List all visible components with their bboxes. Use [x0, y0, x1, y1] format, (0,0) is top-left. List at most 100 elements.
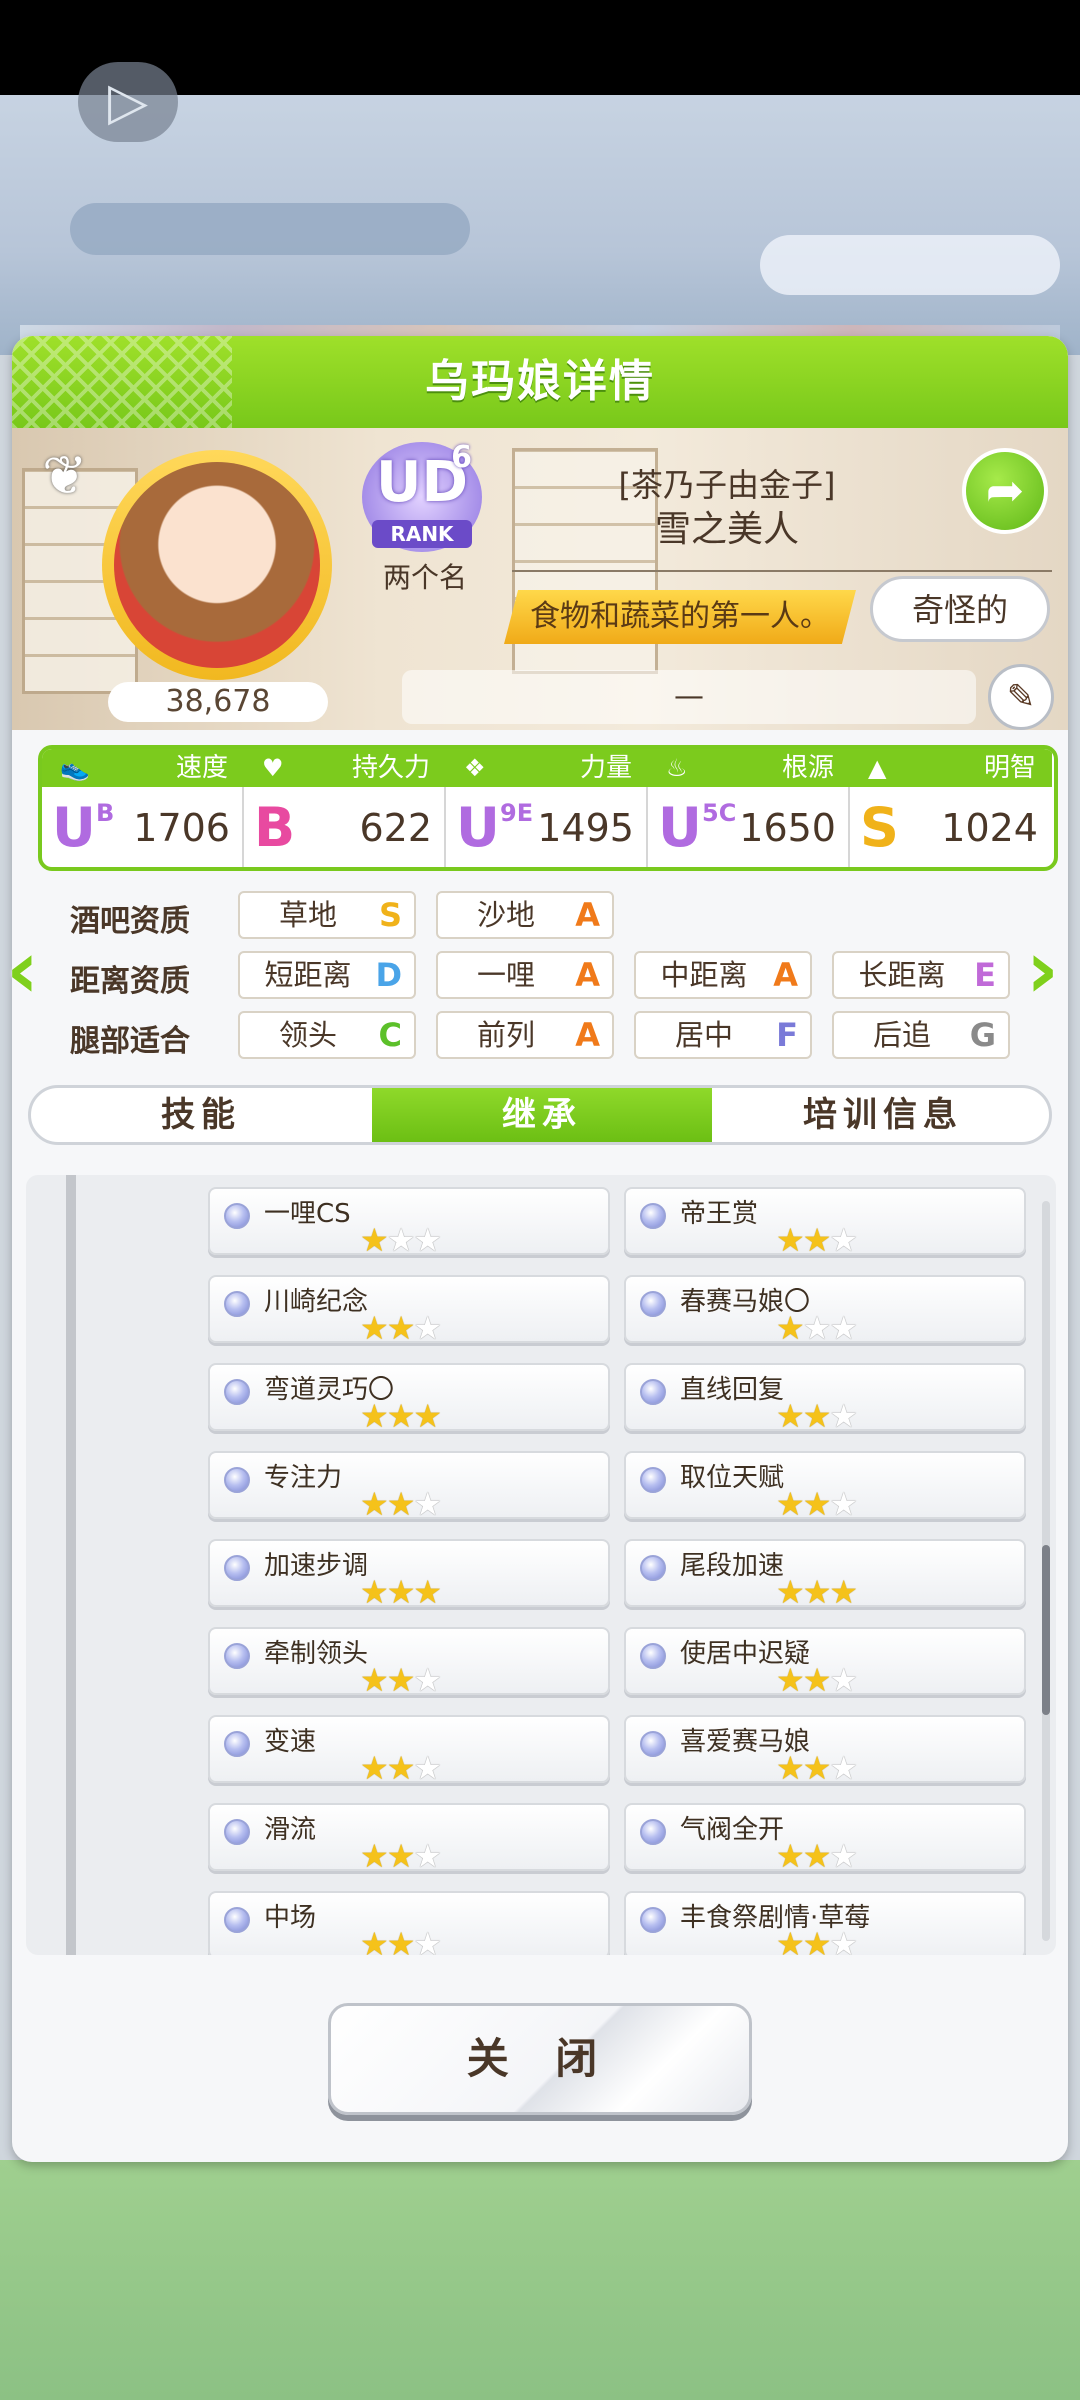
- skill-card[interactable]: 弯道灵巧〇 ★★★: [208, 1363, 610, 1433]
- star-icon: ★: [386, 1309, 416, 1347]
- stat-guts: ♨ 根源 U 5C 1650: [648, 749, 850, 867]
- star-icon: ★: [386, 1573, 416, 1611]
- star-rating: ★★★: [360, 1663, 442, 1697]
- stat-grade: B: [254, 796, 296, 859]
- play-triangle-icon[interactable]: ▷: [78, 62, 178, 142]
- aptitude-grade: E: [974, 956, 996, 994]
- star-rating: ★★★: [776, 1575, 858, 1609]
- skill-card[interactable]: 中场 ★★★: [208, 1891, 610, 1955]
- heart-icon: ♥: [262, 754, 284, 782]
- star-icon: ★: [386, 1837, 416, 1875]
- aptitude-name: 前列: [476, 1018, 535, 1052]
- prev-arrow-icon[interactable]: ‹: [6, 930, 56, 1014]
- skill-card[interactable]: 气阀全开 ★★★: [624, 1803, 1026, 1873]
- skill-dot-icon: [640, 1291, 666, 1317]
- star-icon: ★: [386, 1221, 416, 1259]
- skill-card[interactable]: 春赛马娘〇 ★★★: [624, 1275, 1026, 1345]
- profile-section: ❦ 38,678 UD 6 RANK 两个名 [茶乃子由金子] 雪之美人 ➦ 食…: [12, 428, 1068, 730]
- skill-card[interactable]: 一哩CS ★★★: [208, 1187, 610, 1257]
- stat-grade: S: [860, 796, 899, 859]
- close-button[interactable]: 关 闭: [328, 2003, 752, 2115]
- stat-power: ❖ 力量 U 9E 1495: [446, 749, 648, 867]
- stat-label: 根源: [781, 753, 834, 783]
- carrot-icon[interactable]: ❦: [42, 444, 102, 514]
- skill-name: 川崎纪念: [264, 1287, 369, 1317]
- skill-card[interactable]: 帝王赏 ★★★: [624, 1187, 1026, 1257]
- star-rating: ★★★: [776, 1749, 858, 1787]
- stat-value: 1495: [537, 806, 634, 850]
- star-icon: ★: [776, 1925, 805, 1955]
- avatar: [102, 450, 332, 680]
- star-icon: ★: [829, 1837, 858, 1875]
- skill-card[interactable]: 滑流 ★★★: [208, 1803, 610, 1873]
- stat-grade: U: [456, 796, 500, 859]
- skill-dot-icon: [224, 1291, 250, 1317]
- skill-dot-icon: [224, 1203, 250, 1229]
- star-rating: ★★★: [776, 1663, 858, 1697]
- stat-stamina: ♥ 持久力 B 622: [244, 749, 446, 867]
- stat-header: ▲ 明智: [850, 749, 1052, 787]
- shoe-icon: 👟: [60, 754, 90, 782]
- star-icon: ★: [413, 1221, 442, 1259]
- share-icon[interactable]: ➦: [962, 448, 1048, 534]
- character-portrait: [114, 462, 320, 668]
- skill-name: 直线回复: [680, 1375, 785, 1405]
- stat-header: ❖ 力量: [446, 749, 648, 787]
- next-arrow-icon[interactable]: ›: [1026, 930, 1076, 1014]
- star-icon: ★: [802, 1749, 832, 1787]
- skill-card[interactable]: 直线回复 ★★★: [624, 1363, 1026, 1433]
- stat-value: 1024: [941, 806, 1038, 850]
- skill-card[interactable]: 牵制领头 ★★★: [208, 1627, 610, 1697]
- stat-speed: 👟 速度 U B 1706: [42, 749, 244, 867]
- skill-name: 中场: [264, 1903, 317, 1933]
- aptitude-grade: D: [375, 956, 402, 994]
- skill-dot-icon: [640, 1643, 666, 1669]
- star-icon: ★: [829, 1221, 858, 1259]
- star-icon: ★: [386, 1485, 416, 1523]
- star-icon: ★: [802, 1397, 832, 1435]
- stat-grade-sub: 9E: [500, 799, 534, 827]
- skill-card[interactable]: 专注力 ★★★: [208, 1451, 610, 1521]
- aptitude-grade: G: [969, 1016, 996, 1054]
- star-icon: ★: [776, 1309, 805, 1347]
- stat-grade: U: [52, 796, 96, 859]
- stat-grade: U: [658, 796, 702, 859]
- aptitude-turf: 草地 S: [238, 891, 416, 939]
- skill-card[interactable]: 丰食祭剧情·草莓 ★★★: [624, 1891, 1026, 1955]
- skill-name: 加速步调: [264, 1551, 369, 1581]
- skill-name: 气阀全开: [680, 1815, 785, 1845]
- skill-card[interactable]: 尾段加速 ★★★: [624, 1539, 1026, 1609]
- stat-label: 力量: [579, 753, 632, 783]
- rank-word: RANK: [372, 520, 472, 548]
- character-name: 雪之美人: [654, 509, 799, 550]
- skill-card[interactable]: 加速步调 ★★★: [208, 1539, 610, 1609]
- skill-card[interactable]: 喜爱赛马娘 ★★★: [624, 1715, 1026, 1787]
- aptitude-grade: F: [776, 1016, 798, 1054]
- skill-card[interactable]: 取位天赋 ★★★: [624, 1451, 1026, 1521]
- odd-button[interactable]: 奇怪的: [870, 576, 1050, 642]
- scrollbar-thumb[interactable]: [1042, 1545, 1050, 1715]
- star-rating: ★★★: [776, 1925, 858, 1955]
- skill-dot-icon: [224, 1555, 250, 1581]
- inheritance-skill-list[interactable]: 一哩CS ★★★ 帝王赏 ★★★ 川崎纪念 ★★★ 春赛马娘〇 ★★★ 弯道灵巧〇 ★★★ 直线回复…: [26, 1175, 1056, 1955]
- aptitude-name: 短距离: [264, 958, 352, 992]
- star-icon: ★: [802, 1485, 832, 1523]
- tab-training-info[interactable]: 培训信息: [713, 1088, 1049, 1142]
- skill-card[interactable]: 使居中迟疑 ★★★: [624, 1627, 1026, 1697]
- star-icon: ★: [829, 1309, 858, 1347]
- background-bottom-menu: [0, 2160, 1080, 2400]
- aptitude-mile: 一哩 A: [436, 951, 614, 999]
- pencil-icon[interactable]: ✎: [988, 664, 1054, 730]
- star-icon: ★: [776, 1837, 805, 1875]
- tab-skills[interactable]: 技能: [31, 1088, 371, 1142]
- skill-dot-icon: [640, 1467, 666, 1493]
- aptitude-name: 领头: [278, 1018, 337, 1052]
- star-icon: ★: [829, 1397, 858, 1435]
- star-icon: ★: [360, 1485, 389, 1523]
- star-icon: ★: [776, 1397, 805, 1435]
- graduation-cap-icon: ▲: [868, 754, 887, 782]
- skill-card[interactable]: 变速 ★★★: [208, 1715, 610, 1785]
- tab-inheritance[interactable]: 继承: [372, 1088, 712, 1142]
- star-icon: ★: [360, 1573, 389, 1611]
- skill-card[interactable]: 川崎纪念 ★★★: [208, 1275, 610, 1345]
